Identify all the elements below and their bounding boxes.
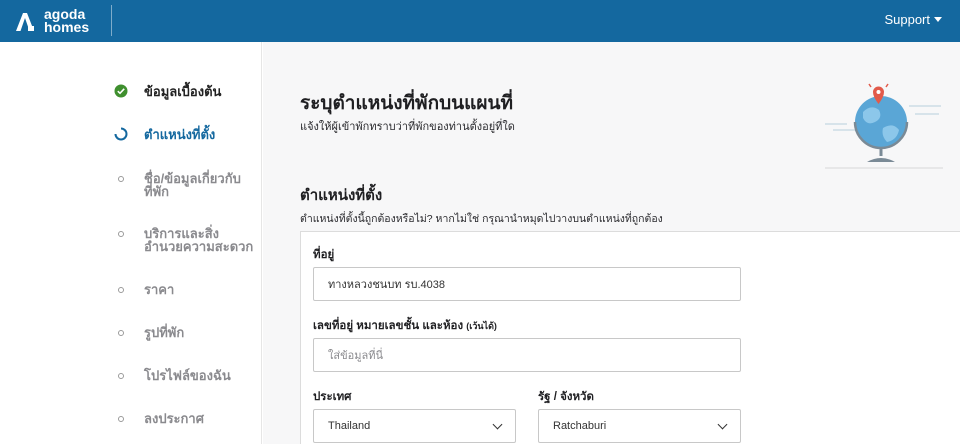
step-label: โปรไฟล์ของฉัน (144, 368, 231, 383)
sidebar-step-property-name[interactable]: ชื่อ/ข้อมูลเกี่ยวกับ ที่พัก (114, 172, 259, 198)
address-value: ทางหลวงชนบท รบ.4038 (328, 279, 446, 291)
step-label: ลงประกาศ (144, 411, 204, 426)
page-title: ระบุตำแหน่งที่พักบนแผนที่ (300, 93, 514, 114)
address-label: ที่อยู่ (313, 249, 335, 261)
step-label: ข้อมูลเบื้องต้น (144, 84, 222, 99)
globe-pin-icon (825, 83, 943, 169)
agoda-homes-logo[interactable]: agoda homes (14, 7, 90, 35)
chevron-down-icon (492, 419, 503, 429)
main-content: ระบุตำแหน่งที่พักบนแผนที่ แจ้งให้ผู้เข้า… (263, 42, 960, 444)
unit-input[interactable]: ใส่ข้อมูลที่นี่ (313, 338, 741, 372)
header-divider (111, 5, 112, 36)
step-label: ราคา (144, 282, 175, 297)
empty-dot-icon (114, 283, 128, 297)
section-description: ตำแหน่งที่ตั้งนี้ถูกต้องหรือไม่? หากไม่ใ… (300, 213, 663, 225)
step-label-line-2: อำนวยความสะดวก (144, 239, 254, 254)
empty-dot-icon (114, 326, 128, 340)
unit-label-hint: (เว้นได้) (466, 321, 497, 331)
unit-label: เลขที่อยู่ หมายเลขชั้น และห้อง (เว้นได้) (313, 317, 497, 335)
empty-dot-icon (114, 412, 128, 426)
progress-sidebar: ข้อมูลเบื้องต้น ตำแหน่งที่ตั้ง ชื่อ/ข้อม… (0, 42, 262, 444)
agoda-logo-icon (16, 13, 34, 31)
country-value: Thailand (328, 420, 371, 432)
empty-dot-icon (114, 172, 128, 186)
address-input[interactable]: ทางหลวงชนบท รบ.4038 (313, 267, 741, 301)
empty-dot-icon (114, 227, 128, 241)
unit-label-text: เลขที่อยู่ หมายเลขชั้น และห้อง (313, 320, 464, 332)
sidebar-step-publish[interactable]: ลงประกาศ (114, 412, 259, 425)
check-circle-icon (114, 84, 128, 98)
chevron-down-icon (717, 419, 728, 429)
step-label: ตำแหน่งที่ตั้ง (144, 127, 216, 142)
logo-line-2: homes (44, 19, 90, 35)
top-bar: agoda homes Support (0, 0, 960, 42)
progress-ring-icon (114, 127, 128, 141)
caret-down-icon (934, 17, 942, 22)
empty-dot-icon (114, 369, 128, 383)
unit-placeholder: ใส่ข้อมูลที่นี่ (328, 350, 383, 362)
sidebar-step-amenities[interactable]: บริการและสิ่ง อำนวยความสะดวก (114, 227, 259, 253)
sidebar-step-basic-info[interactable]: ข้อมูลเบื้องต้น (114, 84, 259, 99)
step-label-line-2: ที่พัก (144, 184, 170, 199)
province-label: รัฐ / จังหวัด (538, 391, 594, 403)
country-label: ประเทศ (313, 391, 352, 403)
step-label: รูปที่พัก (144, 325, 185, 340)
logo-text: agoda homes (44, 7, 90, 35)
province-select[interactable]: Ratchaburi (538, 409, 741, 443)
page-subtitle: แจ้งให้ผู้เข้าพักทราบว่าที่พักของท่านตั้… (300, 121, 515, 133)
support-label: Support (884, 12, 930, 27)
address-form-card: ที่อยู่ ทางหลวงชนบท รบ.4038 เลขที่อยู่ ห… (300, 231, 960, 444)
section-title: ตำแหน่งที่ตั้ง (300, 187, 383, 204)
support-menu-button[interactable]: Support (884, 12, 942, 27)
sidebar-step-price[interactable]: ราคา (114, 283, 259, 296)
province-value: Ratchaburi (553, 420, 607, 432)
sidebar-step-profile[interactable]: โปรไฟล์ของฉัน (114, 369, 259, 382)
sidebar-step-location[interactable]: ตำแหน่งที่ตั้ง (114, 127, 259, 142)
sidebar-step-photos[interactable]: รูปที่พัก (114, 326, 259, 339)
country-select[interactable]: Thailand (313, 409, 516, 443)
